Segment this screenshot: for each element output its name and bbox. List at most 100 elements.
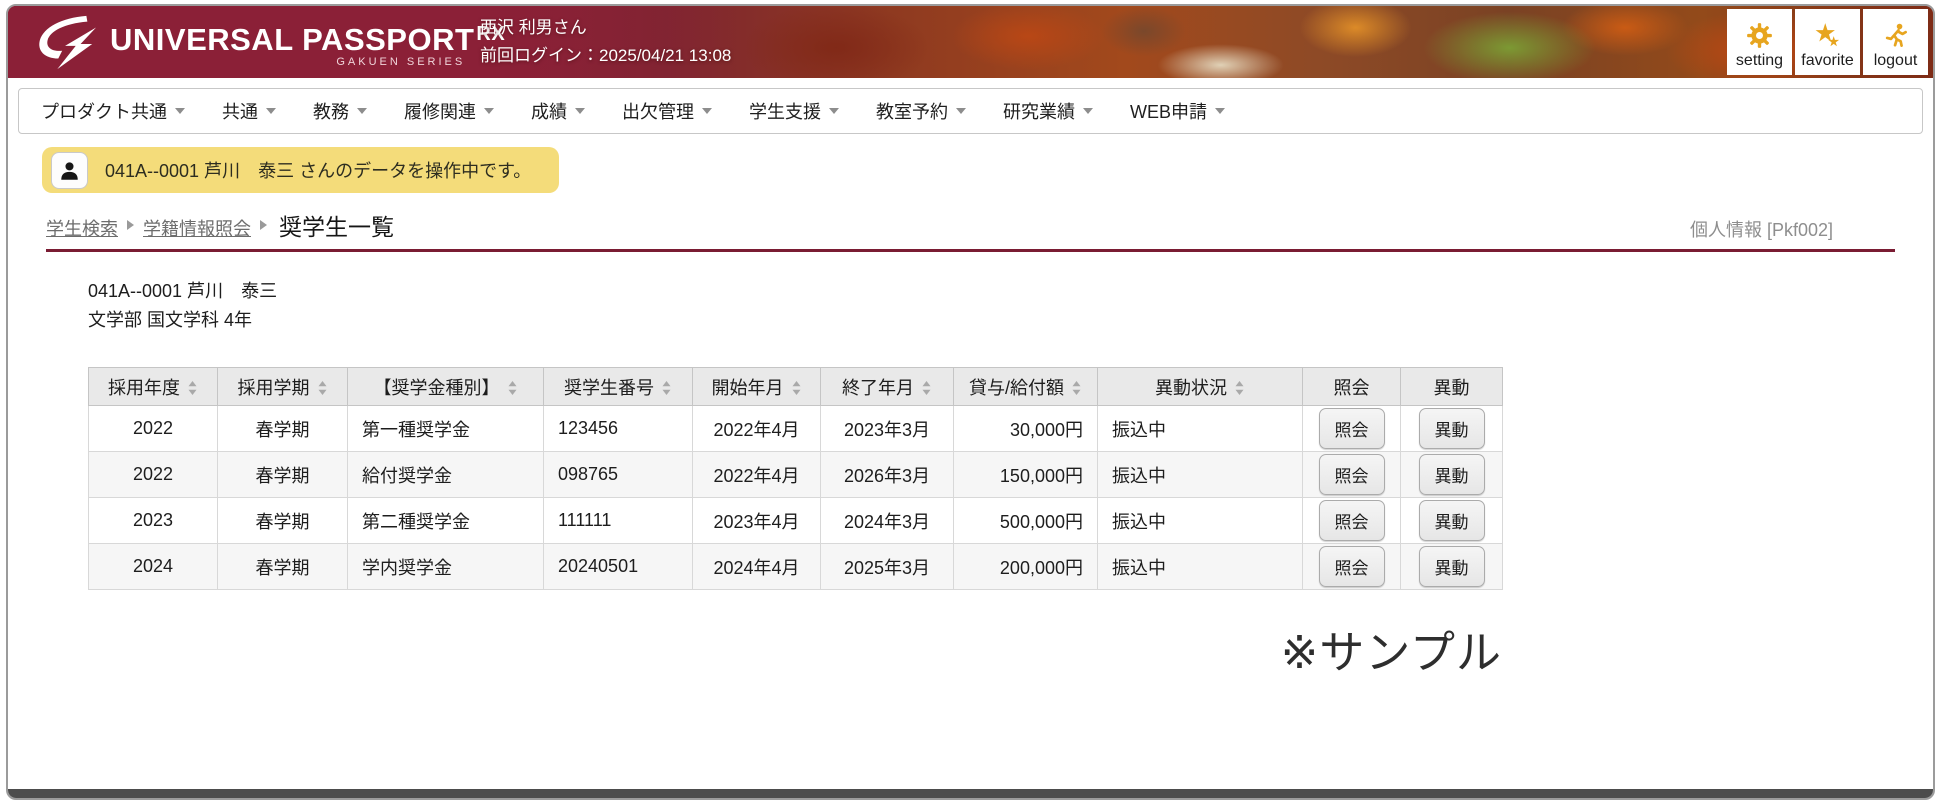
chevron-down-icon <box>1083 108 1093 114</box>
sort-icon <box>1235 380 1244 395</box>
col-change: 異動 <box>1400 367 1503 406</box>
table-header-row: 採用年度 採用学期 【奨学金種別】 奨学生番号 開始年月 終了年月 貸与/給付額… <box>88 367 1503 406</box>
nav-item-academic-affairs[interactable]: 教務 <box>313 98 367 124</box>
nav-item-label: 教室予約 <box>876 102 948 122</box>
cell-scholar-number: 20240501 <box>543 543 693 590</box>
logo-title-text: UNIVERSAL PASSPORT <box>110 21 475 57</box>
col-adoption-semester[interactable]: 採用学期 <box>217 367 348 406</box>
star-icon <box>1815 23 1840 47</box>
change-button[interactable]: 異動 <box>1418 454 1485 495</box>
cell-adoption-semester: 春学期 <box>217 543 348 590</box>
table-row: 2023 春学期 第二種奨学金 111111 2023年4月 2024年3月 5… <box>88 497 1503 544</box>
app-window: UNIVERSAL PASSPORT RX GAKUEN SERIES 西沢 利男… <box>6 4 1935 800</box>
nav-item-research-achievements[interactable]: 研究業績 <box>1003 98 1093 124</box>
col-scholar-number[interactable]: 奨学生番号 <box>543 367 693 406</box>
sort-icon <box>662 380 671 395</box>
cell-scholar-number: 123456 <box>543 405 693 452</box>
app-header: UNIVERSAL PASSPORT RX GAKUEN SERIES 西沢 利男… <box>8 6 1933 78</box>
cell-scholarship-type: 第一種奨学金 <box>347 405 544 452</box>
table-row: 2024 春学期 学内奨学金 20240501 2024年4月 2025年3月 … <box>88 543 1503 590</box>
cell-adoption-year: 2022 <box>88 405 218 452</box>
nav-item-attendance[interactable]: 出欠管理 <box>622 98 712 124</box>
cell-scholarship-type: 給付奨学金 <box>347 451 544 498</box>
cell-end-month: 2026年3月 <box>820 451 954 498</box>
nav-item-web-application[interactable]: WEB申請 <box>1130 98 1226 124</box>
nav-item-student-support[interactable]: 学生支援 <box>749 98 839 124</box>
user-silhouette-icon <box>51 151 88 189</box>
table-row: 2022 春学期 第一種奨学金 123456 2022年4月 2023年3月 3… <box>88 405 1503 452</box>
app-logo: UNIVERSAL PASSPORT RX GAKUEN SERIES <box>36 13 505 71</box>
nav-item-label: WEB申請 <box>1130 102 1208 122</box>
setting-button-label: setting <box>1735 52 1784 69</box>
cell-scholar-number: 111111 <box>543 497 693 544</box>
change-button[interactable]: 異動 <box>1418 500 1485 541</box>
logo-subtitle: GAKUEN SERIES <box>336 55 466 68</box>
nav-item-classroom-reservation[interactable]: 教室予約 <box>876 98 966 124</box>
title-divider <box>46 249 1895 252</box>
breadcrumb-link-enrollment-info[interactable]: 学籍情報照会 <box>143 215 251 241</box>
student-info: 041A--0001 芦川 泰三 文学部 国文学科 4年 <box>88 277 1933 335</box>
inquiry-button[interactable]: 照会 <box>1318 546 1385 587</box>
nav-item-product-common[interactable]: プロダクト共通 <box>41 98 185 124</box>
breadcrumb-separator-icon <box>260 220 267 230</box>
col-adoption-year[interactable]: 採用年度 <box>88 367 218 406</box>
nav-item-label: 履修関連 <box>404 102 476 122</box>
chevron-down-icon <box>575 108 585 114</box>
setting-button[interactable]: setting <box>1727 9 1792 75</box>
scholarship-table: 採用年度 採用学期 【奨学金種別】 奨学生番号 開始年月 終了年月 貸与/給付額… <box>88 367 1503 590</box>
table-row: 2022 春学期 給付奨学金 098765 2022年4月 2026年3月 15… <box>88 451 1503 498</box>
inquiry-button[interactable]: 照会 <box>1318 500 1385 541</box>
sort-icon <box>508 380 516 395</box>
user-info-block: 西沢 利男さん 前回ログイン：2025/04/21 13:08 <box>480 14 731 70</box>
inquiry-button[interactable]: 照会 <box>1318 408 1385 449</box>
chevron-down-icon <box>484 108 494 114</box>
col-end-month[interactable]: 終了年月 <box>820 367 954 406</box>
sort-icon <box>1072 380 1081 395</box>
col-inquiry: 照会 <box>1302 367 1401 406</box>
cell-amount: 30,000円 <box>953 405 1098 452</box>
col-change-status[interactable]: 異動状況 <box>1097 367 1303 406</box>
inquiry-button[interactable]: 照会 <box>1318 454 1385 495</box>
change-button[interactable]: 異動 <box>1418 546 1485 587</box>
nav-item-label: 共通 <box>222 102 258 122</box>
cell-end-month: 2025年3月 <box>820 543 954 590</box>
cell-scholarship-type: 学内奨学金 <box>347 543 544 590</box>
sort-icon <box>792 380 800 395</box>
cell-end-month: 2024年3月 <box>820 497 954 544</box>
nav-item-label: プロダクト共通 <box>41 102 167 122</box>
student-faculty: 文学部 国文学科 4年 <box>88 310 253 330</box>
col-loan-grant-amount[interactable]: 貸与/給付額 <box>953 367 1098 406</box>
chevron-down-icon <box>175 108 185 114</box>
change-button[interactable]: 異動 <box>1418 408 1485 449</box>
nav-item-common[interactable]: 共通 <box>222 98 276 124</box>
chevron-down-icon <box>357 108 367 114</box>
nav-item-course-registration[interactable]: 履修関連 <box>404 98 494 124</box>
nav-item-grades[interactable]: 成績 <box>531 98 585 124</box>
logout-button[interactable]: logout <box>1863 9 1928 75</box>
notice-text: 041A--0001 芦川 泰三 さんのデータを操作中です。 <box>105 161 532 181</box>
cell-start-month: 2024年4月 <box>692 543 821 590</box>
nav-item-label: 出欠管理 <box>622 102 694 122</box>
cell-adoption-semester: 春学期 <box>217 497 348 544</box>
page-title: 奨学生一覧 <box>279 214 394 240</box>
breadcrumb-link-student-search[interactable]: 学生検索 <box>46 215 118 241</box>
chevron-down-icon <box>1215 108 1226 114</box>
cell-adoption-semester: 春学期 <box>217 451 348 498</box>
cell-start-month: 2022年4月 <box>692 451 821 498</box>
sort-icon <box>318 380 326 395</box>
col-scholarship-type[interactable]: 【奨学金種別】 <box>347 367 544 406</box>
chevron-down-icon <box>702 108 712 114</box>
nav-item-label: 研究業績 <box>1003 102 1075 122</box>
sort-icon <box>188 380 197 395</box>
cell-adoption-year: 2023 <box>88 497 218 544</box>
nav-item-label: 成績 <box>531 102 567 122</box>
col-start-month[interactable]: 開始年月 <box>692 367 821 406</box>
main-menu-bar: プロダクト共通 共通 教務 履修関連 成績 出欠管理 学生支援 教室予約 研究業… <box>18 88 1923 134</box>
breadcrumb-separator-icon <box>127 220 134 230</box>
cell-scholarship-type: 第二種奨学金 <box>347 497 544 544</box>
student-id-name: 041A--0001 芦川 泰三 <box>88 281 278 301</box>
cell-adoption-year: 2022 <box>88 451 218 498</box>
logo-bolt-icon <box>39 15 97 70</box>
cell-adoption-year: 2024 <box>88 543 218 590</box>
favorite-button[interactable]: favorite <box>1795 9 1860 75</box>
